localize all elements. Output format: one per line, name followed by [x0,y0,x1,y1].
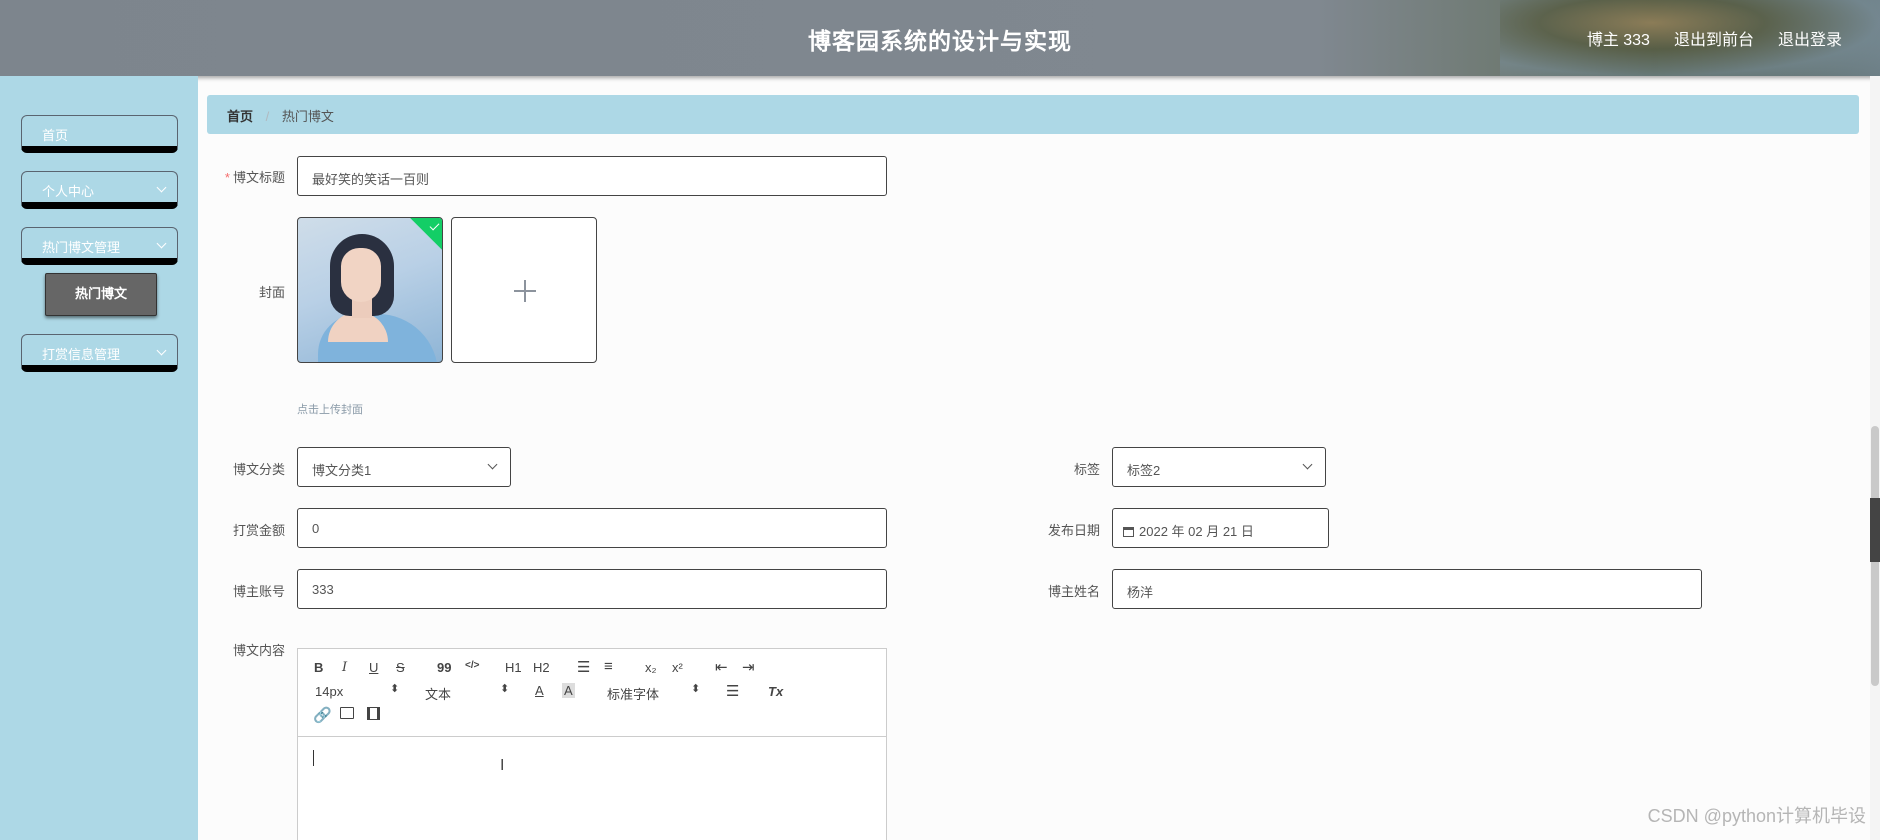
breadcrumb-home[interactable]: 首页 [227,109,253,124]
watermark: CSDN @python计算机毕设 [1647,806,1866,826]
font-color-icon[interactable]: A [535,683,544,698]
italic-button[interactable]: I [342,660,347,675]
title-label-text: 博文标题 [232,170,285,185]
date-label: 发布日期 [1047,523,1100,538]
name-input[interactable]: 杨洋 [1112,569,1702,609]
breadcrumb: 首页 / 热门博文 [207,95,1859,134]
sidebar: 首页 个人中心 热门博文管理 热门博文 打赏信息管理 [0,76,198,840]
background-color-icon[interactable]: A [562,683,575,698]
logout-link[interactable]: 退出登录 [1778,26,1842,50]
indent-icon[interactable]: ⇥ [742,658,755,676]
select-arrow-icon: ⬍ [691,683,701,695]
text-cursor-icon: I [500,757,505,774]
editor-toolbar: B I U S 99 </> H1 H2 ☰ ≡ x₂ x² ⇤ ⇥ 14px … [298,649,886,737]
clear-format-button[interactable]: Tx [768,684,783,699]
blockquote-button[interactable]: 99 [437,660,451,675]
name-label: 博主姓名 [1047,584,1100,599]
scrollbar-marker [1870,498,1880,562]
bold-button[interactable]: B [314,660,323,675]
account-label: 博主账号 [232,584,285,599]
chevron-down-icon [156,238,167,249]
rich-text-editor: B I U S 99 </> H1 H2 ☰ ≡ x₂ x² ⇤ ⇥ 14px … [297,648,887,840]
title-input[interactable]: 最好笑的笑话一百则 [297,156,887,196]
tag-label: 标签 [1073,462,1100,477]
sidebar-item-hot-posts-management[interactable]: 热门博文管理 [21,227,178,265]
cover-label: 封面 [258,285,285,300]
page-scrollbar[interactable] [1870,76,1880,840]
video-icon[interactable] [367,707,380,720]
superscript-button[interactable]: x² [672,660,683,675]
content-label: 博文内容 [232,643,285,658]
date-picker[interactable]: 2022 年 02 月 21 日 [1112,508,1329,548]
reward-input[interactable]: 0 [297,508,887,548]
ordered-list-icon[interactable]: ☰ [577,658,590,676]
category-select[interactable]: 博文分类1 [297,447,511,487]
back-to-front-link[interactable]: 退出到前台 [1674,26,1754,50]
cover-upload-hint: 点击上传封面 [297,404,363,416]
align-icon[interactable]: ☰ [726,682,739,700]
required-mark: * [224,170,230,185]
font-family-select[interactable]: 标准字体 [607,684,659,703]
reward-label: 打赏金额 [232,523,285,538]
chevron-down-icon [156,182,167,193]
outdent-icon[interactable]: ⇤ [715,658,728,676]
sidebar-item-label: 个人中心 [42,184,95,199]
user-area: 博主 333 退出到前台 退出登录 [1587,26,1842,50]
sidebar-item-personal-center[interactable]: 个人中心 [21,171,178,209]
heading1-button[interactable]: H1 [505,660,522,675]
sidebar-subitem-hot-posts[interactable]: 热门博文 [45,273,157,316]
strikethrough-button[interactable]: S [396,660,405,675]
sidebar-item-home[interactable]: 首页 [21,115,178,153]
underline-button[interactable]: U [369,660,378,675]
chevron-down-icon [487,459,498,470]
breadcrumb-separator: / [265,109,270,124]
top-header: 博客园系统的设计与实现 博主 333 退出到前台 退出登录 [0,0,1880,76]
cover-image[interactable] [297,217,443,363]
select-arrow-icon: ⬍ [390,683,400,695]
link-icon[interactable]: 🔗 [313,706,332,724]
heading2-button[interactable]: H2 [533,660,550,675]
breadcrumb-current: 热门博文 [281,109,334,124]
upload-cover-button[interactable] [451,217,597,363]
font-size-select[interactable]: 14px [315,684,343,699]
subscript-button[interactable]: x₂ [645,660,657,675]
text-format-select[interactable]: 文本 [425,684,451,703]
code-block-button[interactable]: </> [465,660,479,671]
date-value: 2022 年 02 月 21 日 [1139,524,1254,539]
account-input[interactable]: 333 [297,569,887,609]
calendar-icon [1123,527,1134,537]
user-label: 博主 333 [1586,32,1650,49]
sidebar-item-label: 首页 [42,128,69,143]
bullet-list-icon[interactable]: ≡ [604,658,613,675]
text-caret [313,750,314,766]
sidebar-item-label: 打赏信息管理 [42,347,121,362]
category-label: 博文分类 [232,462,285,477]
category-select-value: 博文分类1 [312,463,372,478]
title-label: * 博文标题 [215,167,285,186]
select-arrow-icon: ⬍ [500,683,510,695]
tag-select[interactable]: 标签2 [1112,447,1326,487]
tag-select-value: 标签2 [1127,463,1161,478]
image-icon[interactable] [340,707,354,719]
chevron-down-icon [156,345,167,356]
sidebar-item-reward-management[interactable]: 打赏信息管理 [21,334,178,372]
chevron-down-icon [1302,459,1313,470]
sidebar-item-label: 热门博文管理 [42,240,121,255]
